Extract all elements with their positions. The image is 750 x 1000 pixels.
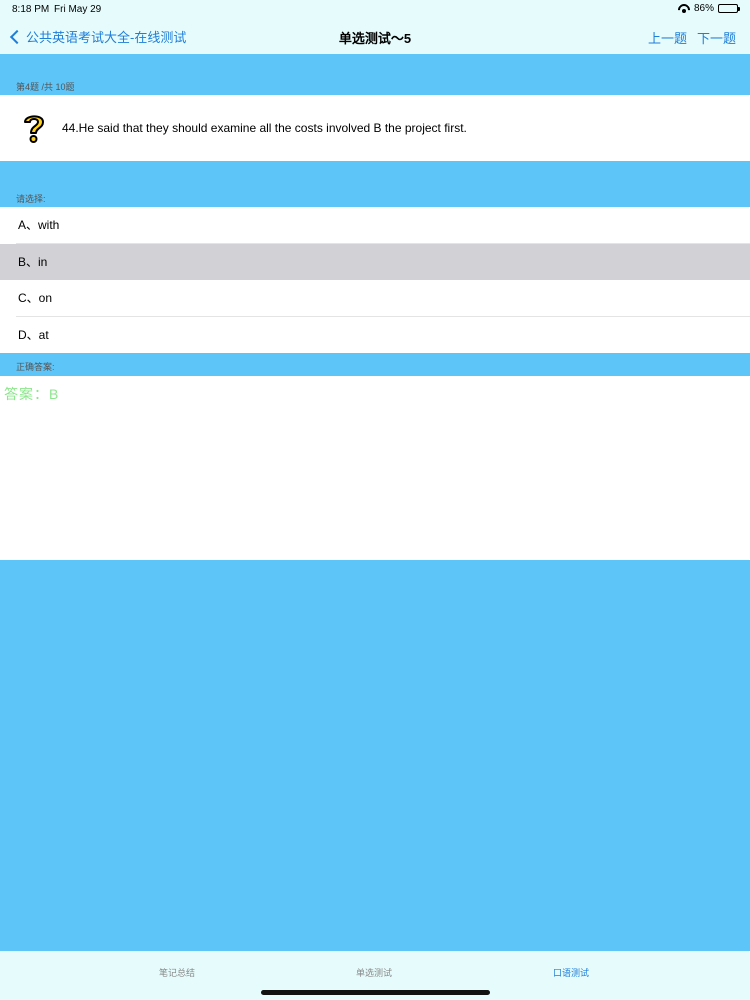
option-a[interactable]: A、with	[0, 207, 750, 244]
tab-notes-summary[interactable]: 笔记总结	[127, 966, 227, 979]
question-card: 44.He said that they should examine all …	[0, 95, 750, 161]
status-bar: 8:18 PM Fri May 29 86%	[0, 0, 750, 18]
question-navigation: 上一题 下一题	[648, 28, 736, 47]
wifi-icon	[678, 4, 690, 13]
correct-answer-label: 正确答案:	[16, 362, 55, 372]
option-label: D、at	[18, 327, 49, 342]
battery-icon	[718, 4, 740, 13]
status-date: Fri May 29	[54, 4, 102, 15]
home-indicator[interactable]	[261, 990, 490, 995]
option-c[interactable]: C、on	[0, 280, 750, 317]
next-question-button[interactable]: 下一题	[697, 28, 736, 47]
question-mark-icon	[24, 115, 44, 143]
page-title: 单选测试～5	[338, 31, 412, 46]
choose-label: 请选择:	[16, 194, 46, 204]
navigation-bar: 公共英语考试大全-在线测试 单选测试～5 上一题 下一题	[0, 18, 750, 54]
answer-text: 答案：B	[4, 386, 60, 402]
tab-single-choice-test[interactable]: 单选测试	[324, 966, 424, 979]
option-label: B、in	[18, 254, 48, 269]
battery-percentage: 86%	[693, 3, 714, 14]
option-label: C、on	[18, 291, 53, 305]
question-text: 44.He said that they should examine all …	[62, 121, 467, 135]
option-b[interactable]: B、in	[0, 243, 750, 280]
answer-card: 答案：B	[0, 376, 750, 560]
previous-question-button[interactable]: 上一题	[648, 28, 687, 47]
options-list: A、with B、in C、on D、at	[0, 207, 750, 353]
option-d[interactable]: D、at	[0, 317, 750, 354]
option-label: A、with	[18, 218, 60, 232]
question-progress: 第4题 /共 10题	[16, 82, 75, 92]
status-time: 8:18 PM	[12, 4, 50, 15]
tab-oral-test[interactable]: 口语测试	[521, 966, 621, 979]
status-indicators: 86%	[678, 3, 740, 14]
